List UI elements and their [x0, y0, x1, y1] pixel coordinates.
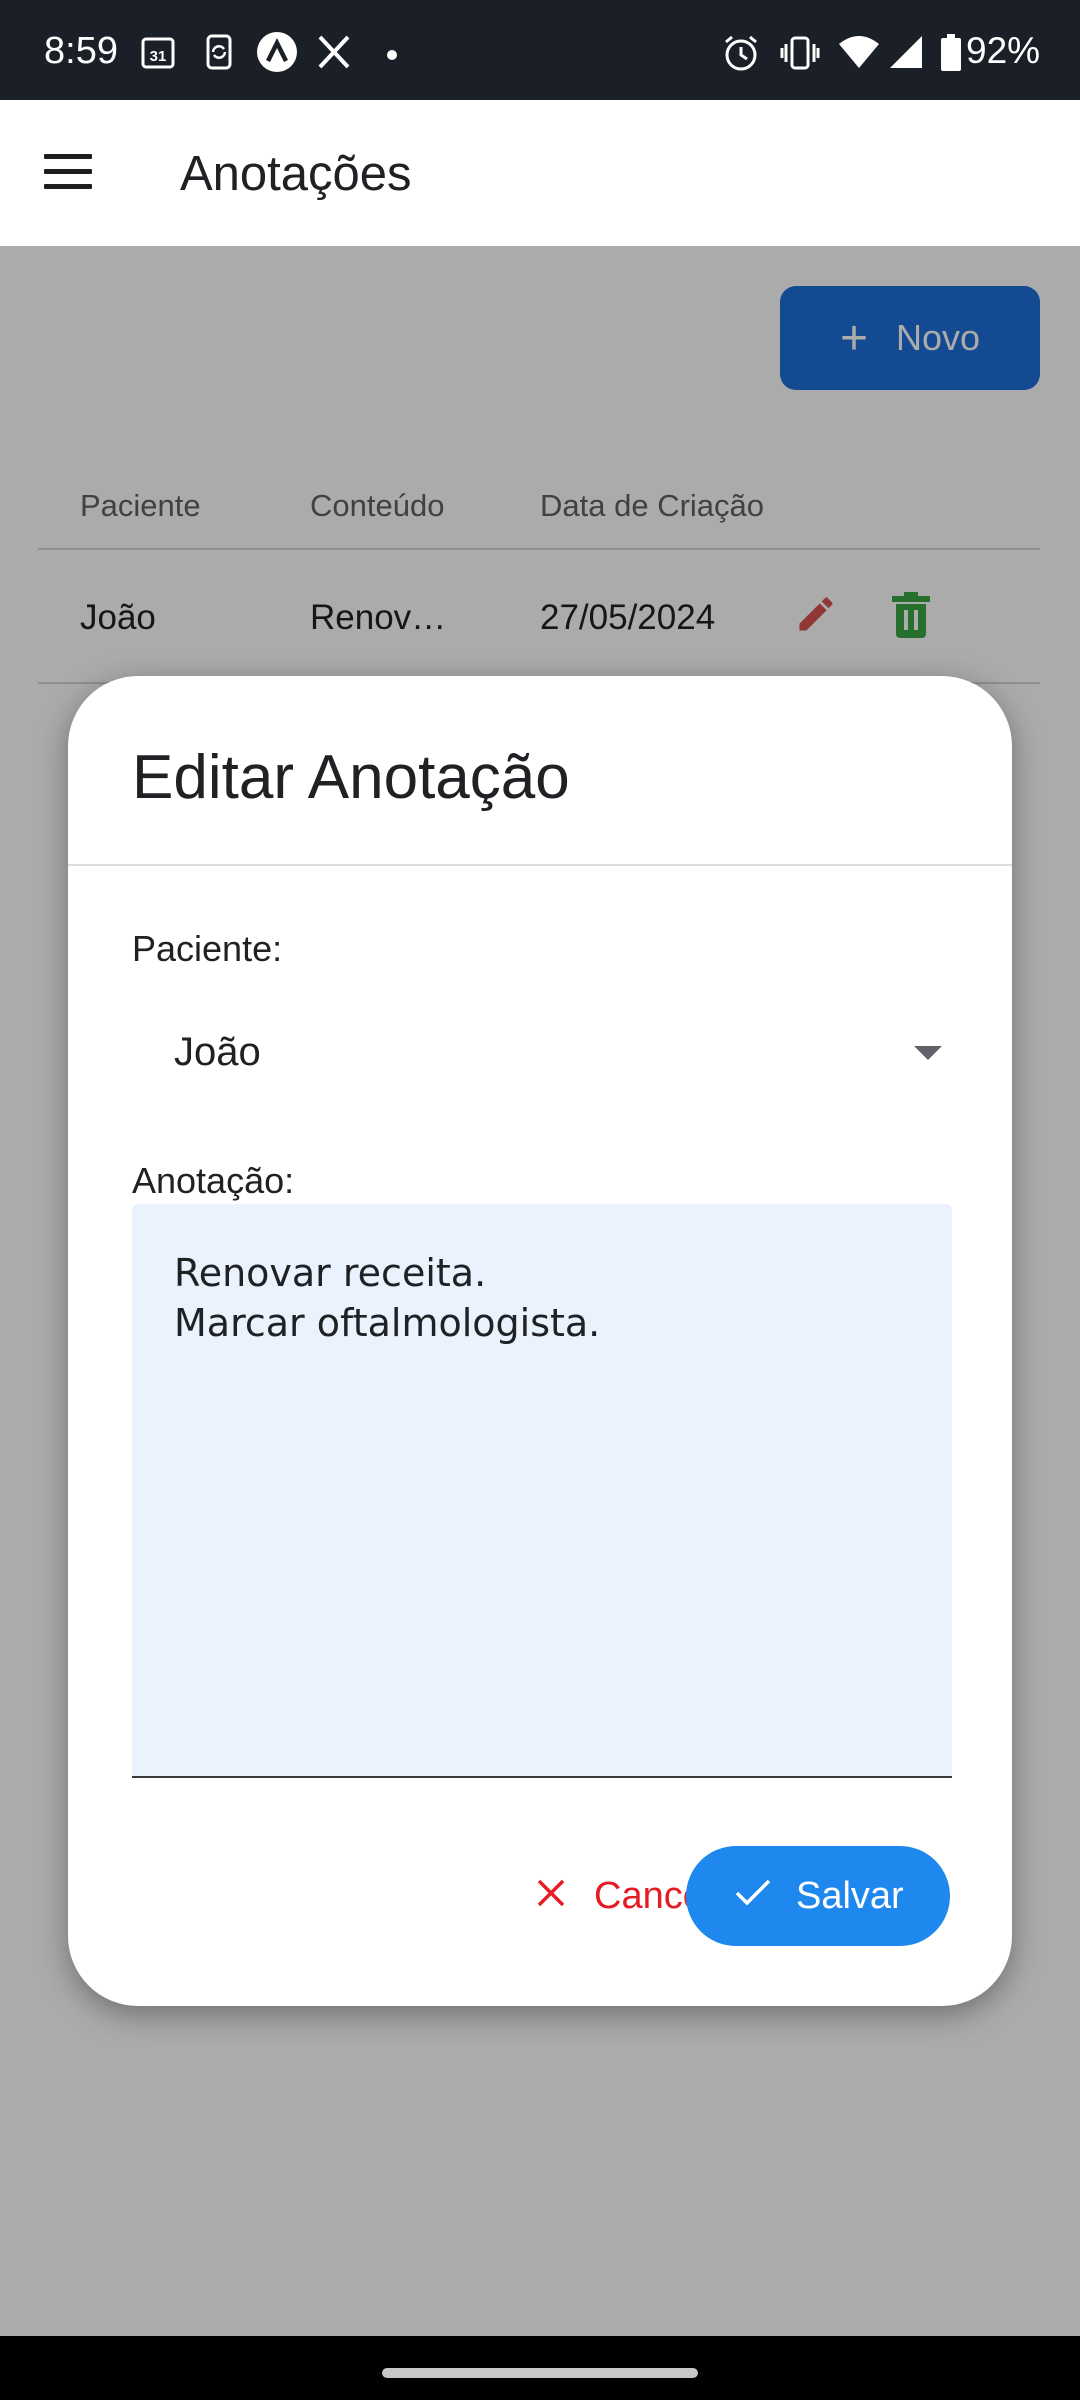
- app-bar: Anotações: [0, 100, 1080, 246]
- page-title: Anotações: [180, 147, 412, 201]
- battery-icon: [940, 34, 962, 77]
- app-icon: [256, 31, 298, 78]
- check-icon: [734, 1875, 772, 1918]
- battery-percentage: 92%: [966, 30, 1041, 71]
- status-bar: 8:59 31 92%: [0, 0, 1080, 100]
- anotacao-label: Anotação:: [132, 1160, 295, 1201]
- save-button-label: Salvar: [796, 1874, 904, 1917]
- wifi-icon: [838, 34, 880, 75]
- dialog-divider: [68, 864, 1012, 866]
- navigation-bar: [0, 2336, 1080, 2400]
- menu-icon[interactable]: [44, 154, 92, 199]
- paciente-select[interactable]: João: [132, 1006, 952, 1106]
- cancel-button[interactable]: Cancel: [456, 1846, 716, 1946]
- anotacao-textarea[interactable]: Renovar receita. Marcar oftalmologista.: [132, 1204, 952, 1778]
- signal-icon: [888, 34, 924, 75]
- vibrate-icon: [780, 34, 820, 77]
- home-gesture-handle[interactable]: [382, 2368, 698, 2378]
- status-time: 8:59: [44, 30, 118, 72]
- dialog-title: Editar Anotação: [132, 743, 570, 812]
- calendar-icon: 31: [140, 34, 176, 75]
- sync-icon: [202, 34, 236, 75]
- edit-note-dialog: Editar Anotação Paciente: João Anotação:…: [68, 676, 1012, 2006]
- close-icon: [536, 1875, 566, 1918]
- dropdown-arrow-icon: [914, 1046, 942, 1060]
- x-icon: [316, 34, 352, 75]
- dot-icon: [386, 48, 398, 66]
- svg-text:31: 31: [150, 48, 167, 65]
- screen: 8:59 31 92% Anotações + Novo Paciente Co…: [0, 0, 1080, 2400]
- alarm-icon: [722, 34, 760, 77]
- paciente-select-value: João: [174, 1030, 261, 1074]
- save-button[interactable]: Salvar: [686, 1846, 950, 1946]
- paciente-label: Paciente:: [132, 928, 283, 969]
